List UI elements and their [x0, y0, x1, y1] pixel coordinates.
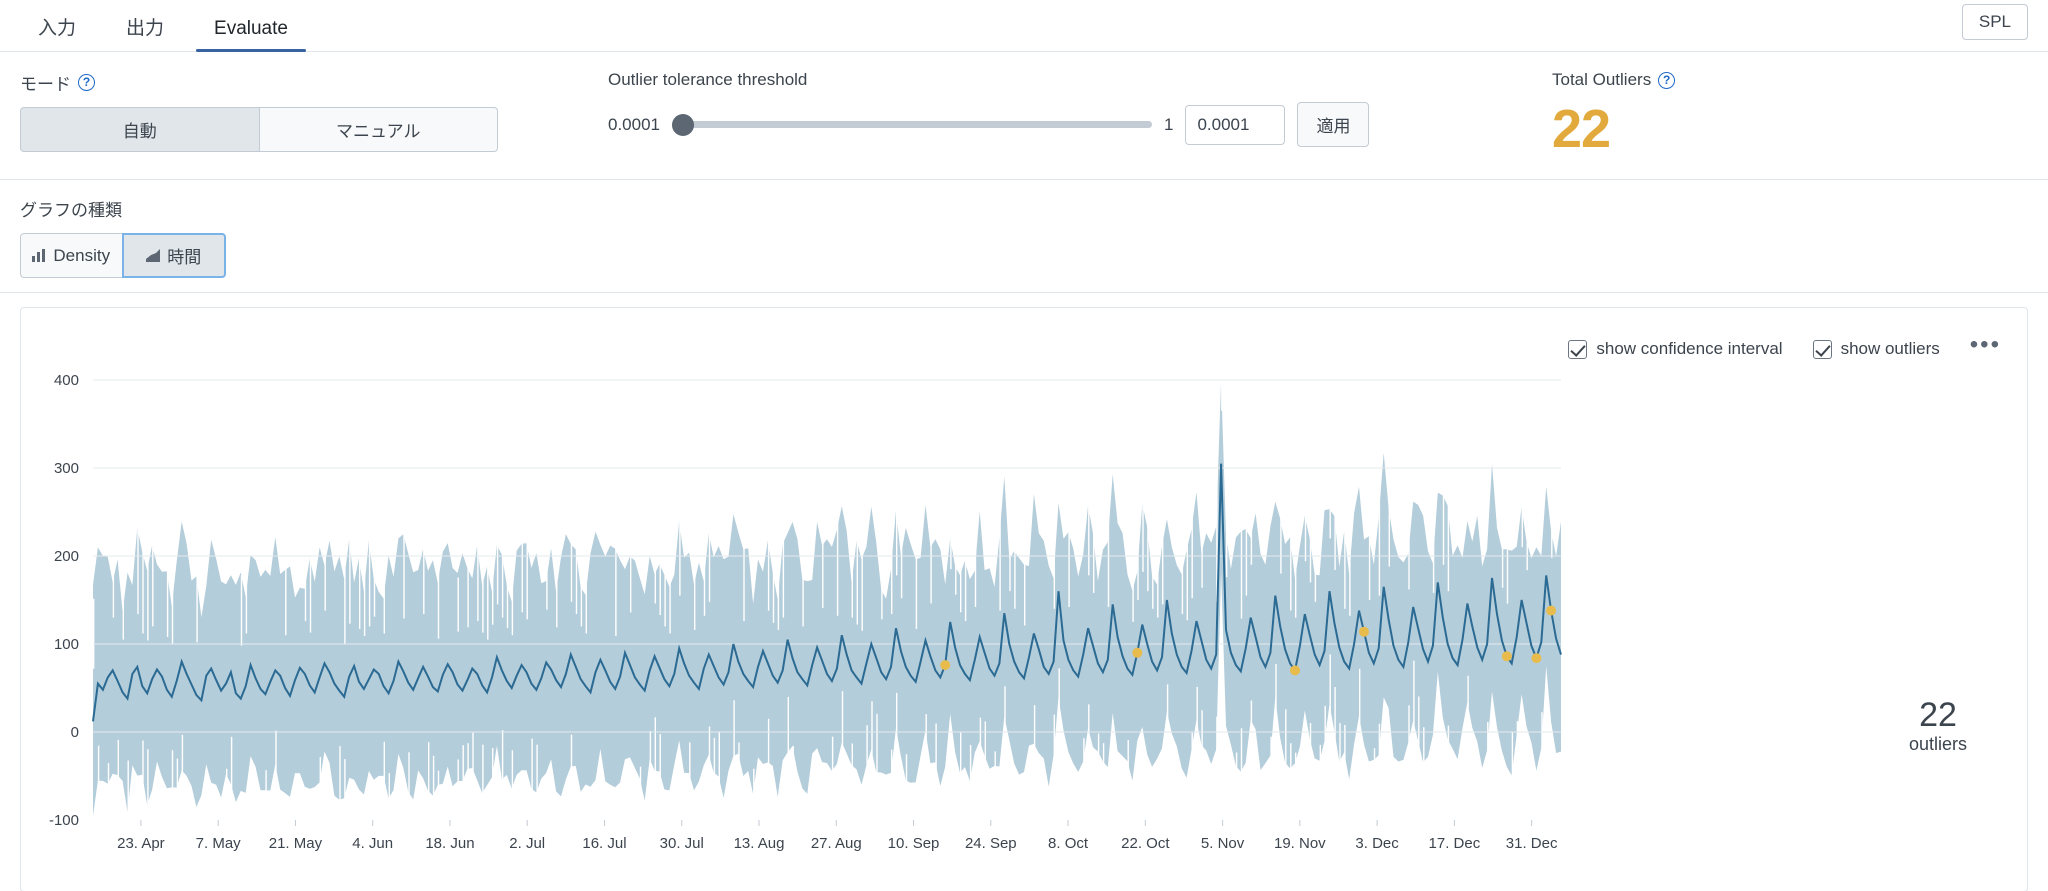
graph-type-time[interactable]: 時間	[121, 233, 226, 278]
svg-text:31. Dec: 31. Dec	[1506, 835, 1558, 852]
svg-text:24. Sep: 24. Sep	[965, 835, 1017, 852]
tab-input[interactable]: 入力	[20, 19, 94, 51]
tab-bar: 入力 出力 Evaluate SPL	[0, 0, 2048, 52]
outlier-summary: 22 outliers	[1883, 696, 1993, 755]
svg-text:3. Dec: 3. Dec	[1355, 835, 1399, 852]
slider-track	[672, 121, 1152, 128]
svg-text:-100: -100	[49, 812, 79, 829]
svg-text:10. Sep: 10. Sep	[888, 835, 940, 852]
graph-type-label: グラフの種類	[20, 201, 122, 220]
chart-toolbar: show confidence interval show outliers •…	[21, 308, 2027, 368]
graph-type-density-label: Density	[53, 245, 111, 265]
show-confidence-interval-label: show confidence interval	[1596, 339, 1783, 358]
tab-evaluate[interactable]: Evaluate	[196, 19, 306, 52]
svg-text:27. Aug: 27. Aug	[811, 835, 862, 852]
area-chart-icon	[146, 249, 161, 262]
graph-type-segmented-control: Density 時間	[20, 233, 226, 278]
threshold-input[interactable]	[1185, 104, 1286, 145]
plot-area: logons -100010020030040023. Apr7. May21.…	[21, 368, 2027, 891]
outlier-summary-label: outliers	[1908, 733, 1968, 754]
controls-row: モード ? 自動 マニュアル Outlier tolerance thresho…	[0, 52, 2048, 180]
apply-button[interactable]: 適用	[1297, 102, 1370, 147]
svg-text:2. Jul: 2. Jul	[509, 835, 545, 852]
show-confidence-interval-checkbox[interactable]: show confidence interval	[1568, 339, 1783, 359]
total-outliers-label-row: Total Outliers ?	[1552, 70, 1676, 90]
chart-card: show confidence interval show outliers •…	[20, 307, 2028, 891]
total-outliers-label: Total Outliers	[1552, 70, 1652, 89]
svg-text:400: 400	[54, 372, 79, 389]
svg-text:4. Jun: 4. Jun	[352, 835, 393, 852]
checkbox-icon[interactable]	[1812, 339, 1832, 359]
svg-text:300: 300	[54, 460, 79, 477]
graph-type-time-label: 時間	[167, 248, 202, 267]
question-icon[interactable]: ?	[78, 74, 95, 91]
mode-option-auto[interactable]: 自動	[20, 107, 260, 152]
spl-button[interactable]: SPL	[1961, 4, 2028, 40]
time-series-chart[interactable]: -100 0 100 200 300 400 23. Apr 7. May 21. May 4. …	[21, 368, 2027, 891]
svg-text:23. Apr: 23. Apr	[117, 835, 165, 852]
threshold-slider-row: 0.0001 1 適用	[608, 102, 1370, 147]
svg-text:21. May: 21. May	[269, 835, 323, 852]
svg-text:100: 100	[54, 636, 79, 653]
bar-chart-icon	[32, 249, 46, 262]
svg-text:19. Nov: 19. Nov	[1274, 835, 1326, 852]
show-outliers-label: show outliers	[1840, 339, 1940, 358]
checkbox-icon[interactable]	[1568, 339, 1588, 359]
svg-text:22. Oct: 22. Oct	[1121, 835, 1170, 852]
outlier-summary-count: 22	[1919, 696, 1957, 734]
kebab-menu-icon[interactable]: •••	[1970, 333, 2001, 358]
mode-group: モード ? 自動 マニュアル	[20, 70, 498, 152]
svg-text:30. Jul: 30. Jul	[660, 835, 704, 852]
threshold-label: Outlier tolerance threshold	[608, 70, 808, 89]
total-outliers-value: 22	[1552, 99, 1611, 159]
svg-text:5. Nov: 5. Nov	[1201, 835, 1245, 852]
svg-text:8. Oct: 8. Oct	[1048, 835, 1089, 852]
svg-text:18. Jun: 18. Jun	[425, 835, 474, 852]
show-outliers-checkbox[interactable]: show outliers	[1812, 339, 1940, 359]
threshold-slider[interactable]	[672, 113, 1152, 136]
total-outliers-group: Total Outliers ? 22	[1552, 70, 1676, 159]
mode-label: モード	[20, 75, 71, 94]
svg-text:16. Jul: 16. Jul	[582, 835, 626, 852]
mode-option-manual[interactable]: マニュアル	[259, 107, 498, 152]
slider-thumb[interactable]	[672, 113, 694, 136]
threshold-group: Outlier tolerance threshold 0.0001 1 適用	[608, 70, 1370, 147]
svg-text:200: 200	[54, 548, 79, 565]
svg-text:13. Aug: 13. Aug	[734, 835, 785, 852]
mode-label-row: モード ?	[20, 70, 498, 95]
graph-type-row: グラフの種類 Density 時間	[0, 180, 2048, 293]
question-icon[interactable]: ?	[1658, 71, 1676, 89]
tab-output[interactable]: 出力	[108, 19, 182, 51]
svg-text:17. Dec: 17. Dec	[1429, 835, 1481, 852]
svg-text:0: 0	[71, 724, 79, 741]
threshold-max-label: 1	[1164, 114, 1174, 134]
threshold-min-label: 0.0001	[608, 114, 660, 134]
graph-type-density[interactable]: Density	[20, 233, 123, 278]
svg-text:7. May: 7. May	[196, 835, 242, 852]
mode-segmented-control: 自動 マニュアル	[20, 107, 498, 152]
